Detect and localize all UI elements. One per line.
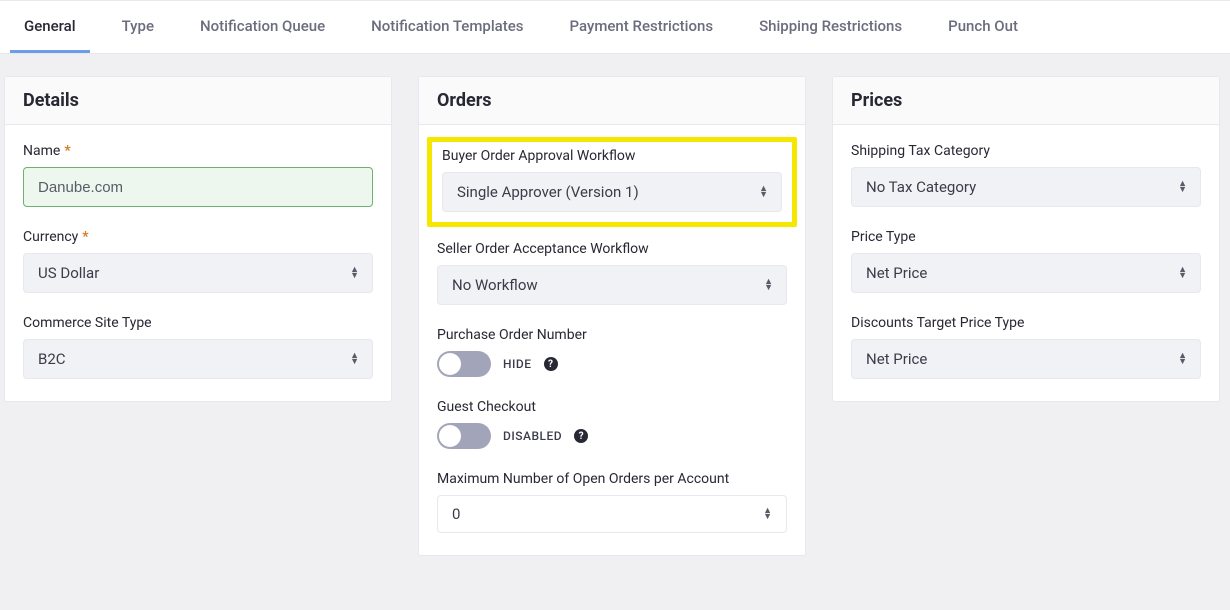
- po-number-toggle[interactable]: [437, 351, 491, 377]
- buyer-workflow-select[interactable]: Single Approver (Version 1): [442, 172, 782, 212]
- shipping-tax-value: No Tax Category: [866, 178, 976, 196]
- site-type-select[interactable]: B2C: [23, 339, 373, 379]
- currency-label: Currency *: [23, 229, 373, 245]
- discounts-target-label: Discounts Target Price Type: [851, 315, 1201, 331]
- currency-select[interactable]: US Dollar: [23, 253, 373, 293]
- max-open-orders-input[interactable]: 0 ▲▼: [437, 495, 787, 533]
- name-label: Name *: [23, 143, 373, 159]
- tab-notification-templates[interactable]: Notification Templates: [357, 1, 537, 53]
- buyer-workflow-highlight: Buyer Order Approval Workflow Single App…: [427, 137, 797, 227]
- po-number-label: Purchase Order Number: [437, 327, 787, 343]
- tab-shipping-restrictions[interactable]: Shipping Restrictions: [745, 1, 916, 53]
- prices-card-title: Prices: [833, 77, 1219, 125]
- tab-general[interactable]: General: [10, 1, 90, 53]
- price-type-select[interactable]: Net Price: [851, 253, 1201, 293]
- price-type-label: Price Type: [851, 229, 1201, 245]
- seller-workflow-label: Seller Order Acceptance Workflow: [437, 241, 787, 257]
- toggle-knob: [439, 353, 461, 375]
- details-card-title: Details: [5, 77, 391, 125]
- site-type-select-value: B2C: [38, 350, 66, 368]
- orders-card-title: Orders: [419, 77, 805, 125]
- seller-workflow-select[interactable]: No Workflow: [437, 265, 787, 305]
- guest-checkout-state: DISABLED: [503, 429, 562, 443]
- currency-select-value: US Dollar: [38, 264, 99, 282]
- details-card: Details Name * Currency * US Dollar: [4, 76, 392, 402]
- help-icon[interactable]: ?: [574, 429, 588, 443]
- toggle-knob: [439, 425, 461, 447]
- orders-card: Orders Buyer Order Approval Workflow Sin…: [418, 76, 806, 556]
- price-type-value: Net Price: [866, 264, 927, 282]
- stepper-updown-icon: ▲▼: [763, 508, 772, 520]
- name-input[interactable]: [23, 167, 373, 207]
- tab-punch-out[interactable]: Punch Out: [934, 1, 1032, 53]
- tab-type[interactable]: Type: [108, 1, 168, 53]
- discounts-target-select[interactable]: Net Price: [851, 339, 1201, 379]
- tab-bar: General Type Notification Queue Notifica…: [0, 0, 1230, 54]
- buyer-workflow-label: Buyer Order Approval Workflow: [442, 148, 782, 164]
- required-star: *: [64, 143, 70, 159]
- guest-checkout-label: Guest Checkout: [437, 399, 787, 415]
- required-star: *: [82, 229, 88, 245]
- buyer-workflow-value: Single Approver (Version 1): [457, 183, 639, 201]
- max-open-orders-value: 0: [452, 505, 460, 523]
- content-area: Details Name * Currency * US Dollar: [0, 54, 1230, 578]
- seller-workflow-value: No Workflow: [452, 276, 538, 294]
- prices-card: Prices Shipping Tax Category No Tax Cate…: [832, 76, 1220, 402]
- max-open-orders-label: Maximum Number of Open Orders per Accoun…: [437, 471, 787, 487]
- site-type-label: Commerce Site Type: [23, 315, 373, 331]
- guest-checkout-toggle[interactable]: [437, 423, 491, 449]
- po-number-state: HIDE: [503, 357, 532, 371]
- discounts-target-value: Net Price: [866, 350, 927, 368]
- tab-notification-queue[interactable]: Notification Queue: [186, 1, 339, 53]
- help-icon[interactable]: ?: [544, 357, 558, 371]
- shipping-tax-label: Shipping Tax Category: [851, 143, 1201, 159]
- shipping-tax-select[interactable]: No Tax Category: [851, 167, 1201, 207]
- tab-payment-restrictions[interactable]: Payment Restrictions: [556, 1, 728, 53]
